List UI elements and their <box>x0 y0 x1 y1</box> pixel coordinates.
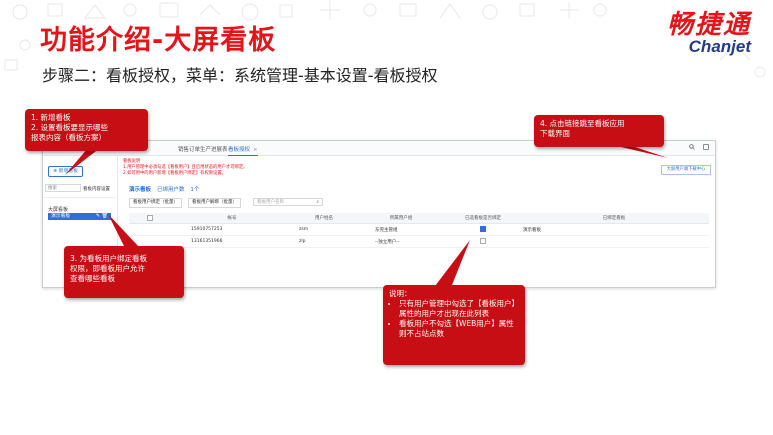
sidebar-item-demo-board[interactable]: 演示看板 ✎ 🗑 <box>48 213 111 220</box>
batch-unbind-button[interactable]: 看板用户解绑（批量） <box>188 198 241 208</box>
table-row[interactable]: 13161351966 zlp --独立用户-- <box>129 235 709 248</box>
column-username: 用户姓名 <box>293 213 355 224</box>
board-header: 演示看板 已绑用户数 1个 <box>129 185 199 193</box>
column-user-group: 所属用户组 <box>355 213 447 224</box>
username-cell: zsm <box>293 223 355 236</box>
column-account: 帐号 <box>171 213 293 224</box>
sidebar-group-big-screen[interactable]: 大屏看板 <box>48 206 68 213</box>
select-all-checkbox[interactable] <box>147 214 153 221</box>
board-name: 演示看板 <box>129 187 152 193</box>
column-select[interactable] <box>129 213 171 224</box>
board-user-search-input[interactable]: 看板用户名称 ⌕ <box>253 198 323 206</box>
expand-icon[interactable] <box>703 144 709 152</box>
column-bound-boards: 已绑定看板 <box>519 213 709 224</box>
group-cell: 东莞主管组 <box>355 223 447 236</box>
username-cell: zlp <box>293 235 355 248</box>
callout-4-line-2: 下载界面 <box>540 129 570 138</box>
board-notes: 看板说明 1.用户管理中必须勾选【看板用户】且启用状态的用户才可绑定。 2.如可… <box>123 159 247 177</box>
delete-icon[interactable]: 🗑 <box>102 213 108 219</box>
callout-1-line-2: 2. 设置看板要显示哪些 <box>31 123 109 132</box>
notes-line-2: 2.如可用中的用户新增【看板用户绑定】有权限设置。 <box>123 171 226 176</box>
boards-cell: 演示看板 <box>519 223 709 236</box>
bound-count-label: 已绑用户数 <box>156 187 185 193</box>
download-center-link[interactable]: 大屏用户端下载中心 <box>661 165 711 175</box>
note-title: 说明： <box>389 289 412 298</box>
new-board-button[interactable]: ⊕ 新增看板 <box>48 166 83 177</box>
bound-checkbox[interactable] <box>480 226 486 233</box>
sidebar-item-label: 演示看板 <box>51 214 71 219</box>
note-item-2: 看板用户不勾选【WEB用户】属性则不占站点数 <box>399 319 519 339</box>
callout-3-line-1: 3. 为看板用户绑定看板 <box>70 254 148 263</box>
search-placeholder: 看板用户名称 <box>257 200 284 205</box>
bound-checkbox-cell[interactable] <box>447 235 519 248</box>
search-icon[interactable]: ⌕ <box>316 199 319 207</box>
slide-title: 功能介绍-大屏看板 <box>40 25 277 56</box>
callout-1-line-1: 1. 新增看板 <box>31 113 71 122</box>
new-board-label: 新增看板 <box>58 169 78 174</box>
bound-checkbox-cell[interactable] <box>447 223 519 236</box>
bound-checkbox[interactable] <box>480 238 486 245</box>
note-item-1: 只有用户管理中勾选了【看板用户】属性的用户才出现在此列表 <box>399 299 519 319</box>
callout-notes: 说明： 只有用户管理中勾选了【看板用户】属性的用户才出现在此列表 看板用户不勾选… <box>383 285 525 365</box>
callout-3-line-3: 查看哪些看板 <box>70 274 115 283</box>
chanjet-logo: 畅捷通 Chanjet <box>667 4 751 57</box>
account-cell: 13161351966 <box>171 235 293 248</box>
tab-sales-progress[interactable]: 销售订单生产进展表 <box>178 145 228 153</box>
tab-board-auth-label: 看板授权 <box>228 147 251 153</box>
board-user-table: 帐号 用户姓名 所属用户组 已选看板是否绑定 已绑定看板 15910757253… <box>129 213 709 248</box>
batch-bind-button[interactable]: 看板用户绑定（批量） <box>129 198 182 208</box>
tab-close-icon[interactable]: × <box>253 147 258 153</box>
callout-bind-users: 3. 为看板用户绑定看板 权限，即看板用户允许 查看哪些看板 <box>64 246 184 298</box>
sidebar-search-input[interactable]: 搜索 <box>45 184 81 192</box>
slide-subtitle: 步骤二：看板授权，菜单：系统管理-基本设置-看板授权 <box>42 66 438 85</box>
bound-count-value: 1个 <box>190 187 200 193</box>
note-list: 只有用户管理中勾选了【看板用户】属性的用户才出现在此列表 看板用户不勾选【WEB… <box>389 299 519 339</box>
callout-1-line-3: 报表内容（看板方案） <box>31 133 106 142</box>
group-cell: --独立用户-- <box>355 235 447 248</box>
callout-3-line-2: 权限，即看板用户允许 <box>70 264 145 273</box>
table-header-row: 帐号 用户姓名 所属用户组 已选看板是否绑定 已绑定看板 <box>129 213 709 224</box>
board-content-config-link[interactable]: 看板内容设置 <box>83 186 110 192</box>
sidebar-divider <box>43 197 115 198</box>
tab-board-auth[interactable]: 看板授权 × <box>228 145 258 156</box>
table-row[interactable]: 15910757253 zsm 东莞主管组 演示看板 <box>129 223 709 236</box>
callout-4-line-1: 4. 点击链接跳至看板应用 <box>540 119 625 128</box>
boards-cell <box>519 235 709 248</box>
search-icon[interactable] <box>689 144 695 152</box>
callout-download-link: 4. 点击链接跳至看板应用 下载界面 <box>534 115 664 147</box>
callout-new-board: 1. 新增看板 2. 设置看板要显示哪些 报表内容（看板方案） <box>25 109 148 151</box>
row-select-cell[interactable] <box>129 223 171 236</box>
account-cell: 15910757253 <box>171 223 293 236</box>
edit-icon[interactable]: ✎ 🗑 <box>96 213 108 220</box>
column-bound-flag: 已选看板是否绑定 <box>447 213 519 224</box>
logo-chinese: 畅捷通 <box>666 10 751 40</box>
